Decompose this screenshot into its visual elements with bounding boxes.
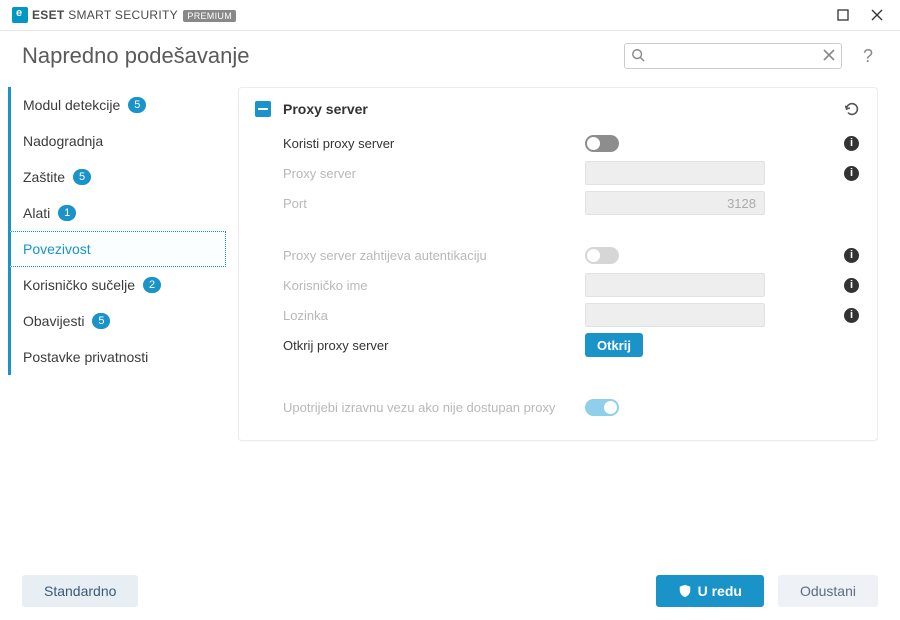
input-username[interactable]	[585, 273, 765, 297]
revert-icon[interactable]	[843, 100, 861, 118]
sidebar-item-detection[interactable]: Modul detekcije 5	[8, 87, 226, 123]
sidebar-item-label: Modul detekcije	[23, 97, 120, 113]
sidebar-badge: 5	[73, 169, 91, 185]
sidebar-item-label: Korisničko sučelje	[23, 277, 135, 293]
info-icon[interactable]: i	[844, 136, 859, 151]
sidebar: Modul detekcije 5 Nadogradnja Zaštite 5 …	[0, 87, 226, 567]
sidebar-item-privacy[interactable]: Postavke privatnosti	[8, 339, 226, 375]
toggle-direct	[585, 399, 619, 416]
default-button[interactable]: Standardno	[22, 575, 138, 607]
sidebar-item-ui[interactable]: Korisničko sučelje 2	[8, 267, 226, 303]
help-button[interactable]: ?	[858, 46, 878, 67]
sidebar-item-label: Postavke privatnosti	[23, 349, 148, 365]
sidebar-badge: 1	[58, 205, 76, 221]
panel-header: Proxy server	[255, 100, 861, 118]
page-title: Napredno podešavanje	[22, 43, 612, 69]
detect-button[interactable]: Otkrij	[585, 333, 643, 357]
body: Modul detekcije 5 Nadogradnja Zaštite 5 …	[0, 87, 900, 567]
sidebar-item-label: Nadogradnja	[23, 133, 103, 149]
titlebar: ESET SMART SECURITY PREMIUM	[0, 0, 900, 30]
label-detect: Otkrij proxy server	[255, 338, 585, 353]
sidebar-badge: 2	[143, 277, 161, 293]
row-proxy-server: Proxy server i	[255, 158, 861, 188]
window-close-button[interactable]	[860, 0, 894, 30]
sidebar-item-connectivity[interactable]: Povezivost	[8, 231, 226, 267]
row-detect: Otkrij proxy server Otkrij	[255, 330, 861, 360]
row-port: Port	[255, 188, 861, 218]
label-auth: Proxy server zahtijeva autentikaciju	[255, 248, 585, 263]
info-icon[interactable]: i	[844, 308, 859, 323]
sidebar-badge: 5	[92, 313, 110, 329]
row-password: Lozinka i	[255, 300, 861, 330]
label-direct: Upotrijebi izravnu vezu ako nije dostupa…	[255, 400, 585, 415]
brand-eset: ESET	[32, 8, 65, 22]
input-port[interactable]	[585, 191, 765, 215]
label-use-proxy: Koristi proxy server	[255, 136, 585, 151]
proxy-panel: Proxy server Koristi proxy server i Prox…	[238, 87, 878, 441]
eset-logo-icon	[12, 7, 28, 23]
toggle-auth	[585, 247, 619, 264]
info-icon[interactable]: i	[844, 166, 859, 181]
sidebar-item-label: Obavijesti	[23, 313, 84, 329]
sidebar-item-notifications[interactable]: Obavijesti 5	[8, 303, 226, 339]
clear-icon[interactable]	[823, 49, 835, 61]
toggle-use-proxy[interactable]	[585, 135, 619, 152]
brand-rest: SMART SECURITY	[68, 8, 178, 22]
panel-title: Proxy server	[283, 101, 831, 117]
sidebar-item-update[interactable]: Nadogradnja	[8, 123, 226, 159]
header: Napredno podešavanje ?	[0, 31, 900, 87]
ok-button[interactable]: U redu	[656, 575, 764, 607]
sidebar-item-protections[interactable]: Zaštite 5	[8, 159, 226, 195]
footer: Standardno U redu Odustani	[0, 562, 900, 620]
brand-text: ESET SMART SECURITY PREMIUM	[32, 8, 236, 22]
app-brand: ESET SMART SECURITY PREMIUM	[6, 7, 236, 23]
label-proxy-server: Proxy server	[255, 166, 585, 181]
search-wrap	[624, 43, 842, 69]
info-icon[interactable]: i	[844, 278, 859, 293]
ok-label: U redu	[698, 583, 742, 599]
label-password: Lozinka	[255, 308, 585, 323]
row-use-proxy: Koristi proxy server i	[255, 128, 861, 158]
content: Proxy server Koristi proxy server i Prox…	[226, 87, 878, 567]
close-icon	[871, 9, 883, 21]
input-password[interactable]	[585, 303, 765, 327]
sidebar-item-tools[interactable]: Alati 1	[8, 195, 226, 231]
sidebar-item-label: Zaštite	[23, 169, 65, 185]
input-proxy-server[interactable]	[585, 161, 765, 185]
window-maximize-button[interactable]	[826, 0, 860, 30]
label-port: Port	[255, 196, 585, 211]
sidebar-item-label: Alati	[23, 205, 50, 221]
label-username: Korisničko ime	[255, 278, 585, 293]
shield-icon	[678, 584, 692, 598]
cancel-button[interactable]: Odustani	[778, 575, 878, 607]
row-username: Korisničko ime i	[255, 270, 861, 300]
maximize-icon	[837, 9, 849, 21]
collapse-icon[interactable]	[255, 101, 271, 117]
row-direct: Upotrijebi izravnu vezu ako nije dostupa…	[255, 392, 861, 422]
sidebar-item-label: Povezivost	[23, 241, 91, 257]
brand-badge: PREMIUM	[183, 10, 236, 22]
search-icon	[631, 48, 645, 62]
row-auth: Proxy server zahtijeva autentikaciju i	[255, 240, 861, 270]
sidebar-badge: 5	[128, 97, 146, 113]
search-input[interactable]	[624, 43, 842, 69]
info-icon[interactable]: i	[844, 248, 859, 263]
